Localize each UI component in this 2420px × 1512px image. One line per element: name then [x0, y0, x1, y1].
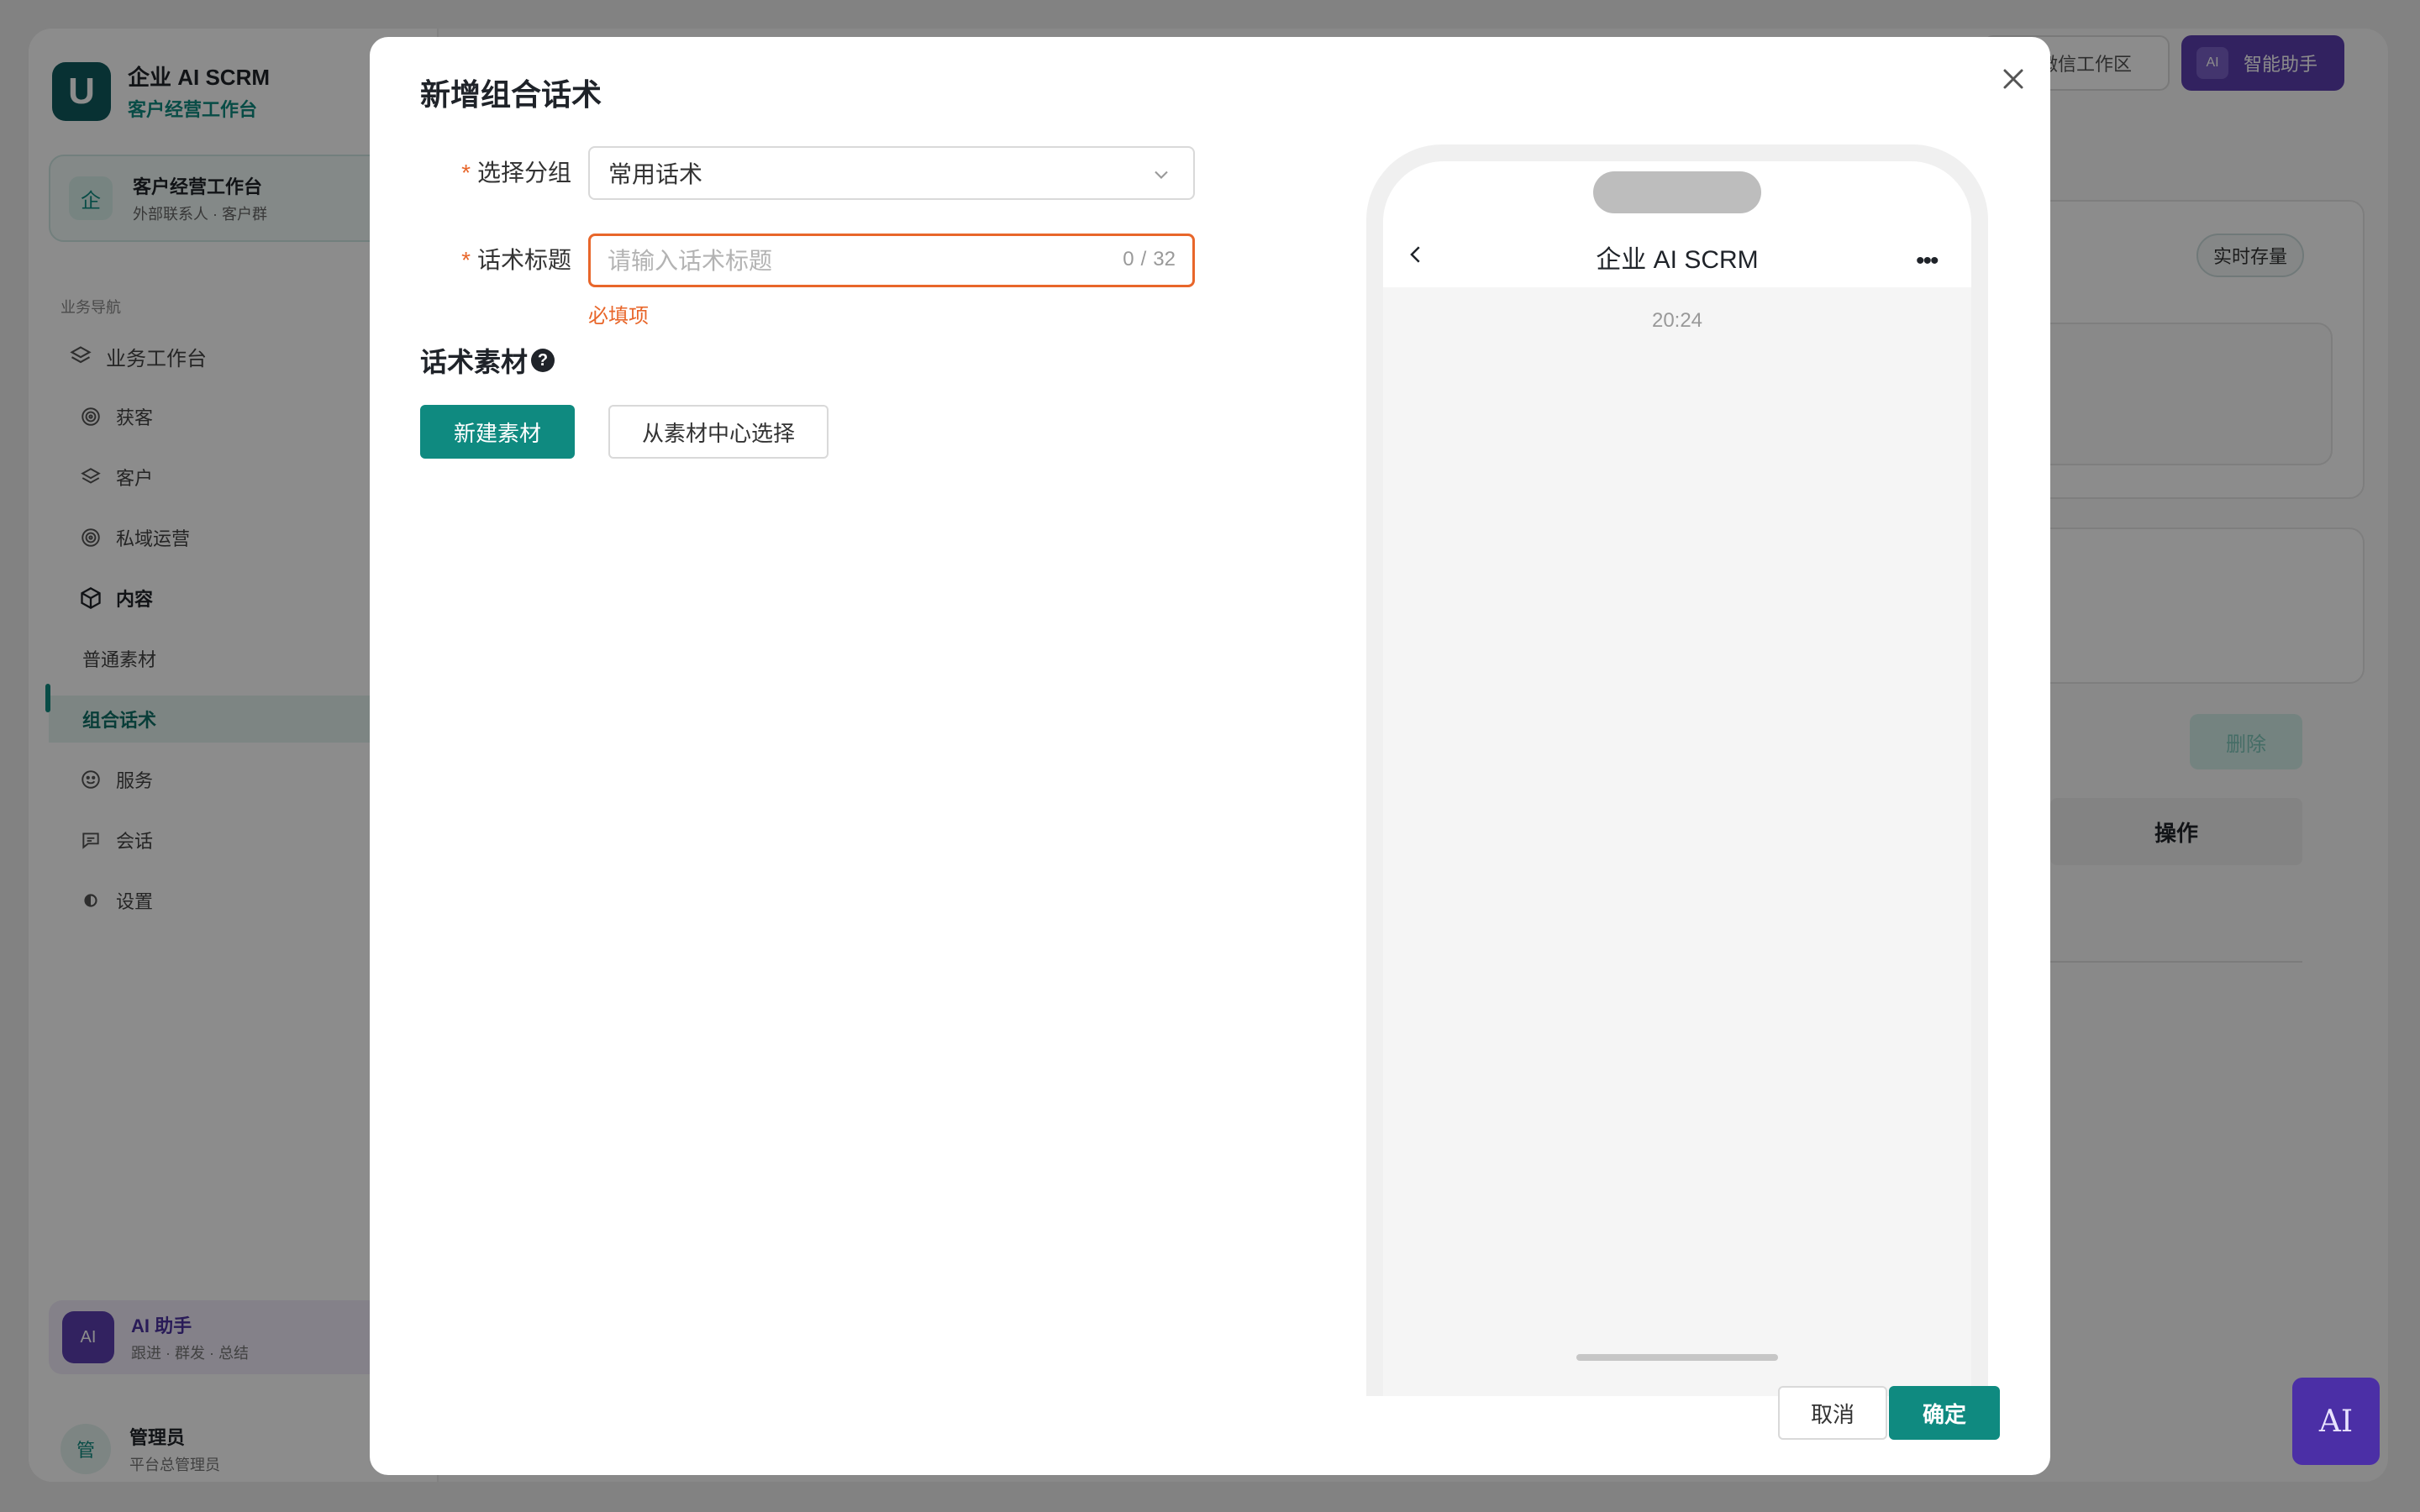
required-mark: * — [461, 247, 471, 273]
title-field-label: * 话术标题 — [461, 247, 571, 273]
phone-notch — [1593, 171, 1761, 213]
more-icon: ••• — [1916, 247, 1939, 275]
phone-header: 企业 AI SCRM ••• — [1383, 161, 1971, 287]
group-select-value: 常用话术 — [608, 161, 703, 187]
title-input-wrapper: 0/32 — [588, 234, 1195, 287]
required-mark: * — [461, 160, 471, 186]
confirm-button[interactable]: 确定 — [1889, 1386, 2000, 1440]
new-material-button[interactable]: 新建素材 — [420, 405, 575, 459]
close-icon — [2003, 69, 2023, 89]
ai-float-button[interactable]: AI — [2292, 1378, 2380, 1465]
preview-chat-title: 企业 AI SCRM — [1596, 246, 1759, 274]
add-combo-script-dialog: 新增组合话术 *选择分组 常用话术 *话术标题 0/32 必填项 话术素材 ? … — [370, 37, 2050, 1475]
group-select[interactable]: 常用话术 — [588, 146, 1195, 200]
help-icon[interactable]: ? — [531, 349, 555, 372]
script-title-input[interactable] — [608, 243, 1095, 280]
char-counter: 0/32 — [1123, 248, 1176, 270]
dialog-title: 新增组合话术 — [420, 77, 602, 112]
chevron-down-icon — [1150, 163, 1173, 192]
choose-from-library-button[interactable]: 从素材中心选择 — [608, 405, 829, 459]
home-indicator — [1576, 1354, 1778, 1361]
phone-screen: 企业 AI SCRM ••• 20:24 — [1383, 161, 1971, 1396]
cancel-button[interactable]: 取消 — [1778, 1386, 1887, 1440]
group-field-label: * 选择分组 — [461, 160, 571, 186]
required-error-text: 必填项 — [588, 305, 649, 328]
phone-preview: 企业 AI SCRM ••• 20:24 — [1366, 144, 1988, 1396]
material-section-title: 话术素材 ? — [420, 341, 555, 380]
close-button[interactable] — [1990, 55, 2037, 102]
preview-timestamp: 20:24 — [1651, 309, 1703, 332]
